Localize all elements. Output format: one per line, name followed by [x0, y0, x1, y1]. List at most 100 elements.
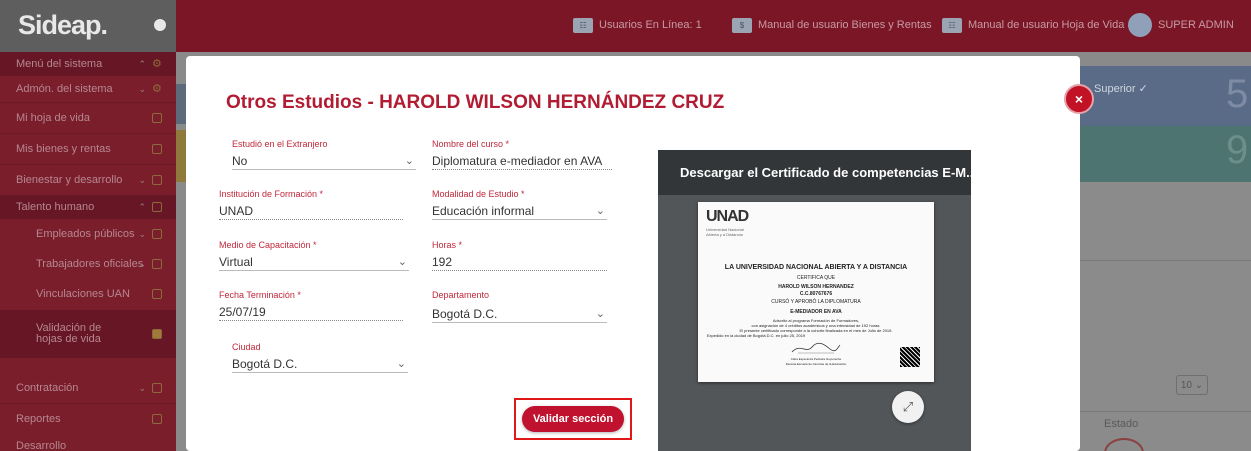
sidebar-item-label: Validación de hojas de vida — [36, 322, 102, 345]
bg-estado-header: Estado — [1104, 418, 1139, 430]
certificate-document: UNAD Universidad Nacional Abierta y a Di… — [698, 202, 934, 382]
chevron-up-icon: ⌃ — [138, 58, 146, 69]
calendar-icon — [152, 259, 162, 269]
users-icon: ☷ — [573, 17, 593, 33]
sidebar-item-label: Mi hoja de vida — [16, 112, 90, 124]
medio-field[interactable]: Medio de Capacitación * Virtual ⌄ — [219, 240, 409, 271]
calendar-icon — [152, 383, 162, 393]
chevron-down-icon: ⌄ — [138, 228, 146, 239]
horas-field[interactable]: Horas * 192 — [432, 240, 607, 271]
modal-title: Otros Estudios - HAROLD WILSON HERNÁNDEZ… — [226, 92, 725, 113]
divider — [1080, 411, 1251, 412]
chevron-down-icon: ⌄ — [1194, 379, 1204, 391]
top-bar: Sideap. ☷ Usuarios En Línea: 1 $ Manual … — [0, 0, 1251, 52]
signature-icon — [791, 342, 841, 354]
sidebar-item-menu[interactable]: Menú del sistema ⌃ ⚙ — [0, 52, 176, 76]
field-label: Modalidad de Estudio * — [432, 189, 525, 199]
bg-stat-number: 9 — [1226, 128, 1249, 172]
ciudad-select[interactable]: Bogotá D.C. ⌄ — [232, 356, 408, 373]
qr-code-icon — [900, 347, 920, 367]
manual-icon: ☷ — [942, 17, 962, 33]
field-label: Institución de Formación * — [219, 189, 324, 199]
sidebar-item-label: Vinculaciones UAN — [36, 288, 130, 300]
chevron-down-icon: ⌄ — [595, 308, 605, 320]
field-label: Medio de Capacitación * — [219, 240, 317, 250]
calendar-icon — [152, 229, 162, 239]
sidebar-item-hoja-vida[interactable]: Mi hoja de vida — [0, 103, 176, 133]
curso-input[interactable]: Diplomatura e-mediador en AVA — [432, 153, 612, 170]
app-logo[interactable]: Sideap. — [18, 10, 108, 41]
validate-section-button[interactable]: Validar sección — [522, 406, 624, 432]
bg-stat-number: 5 — [1226, 72, 1249, 116]
sidebar-item-desarrollo[interactable]: Desarrollo — [0, 440, 176, 451]
bg-card-edge — [176, 130, 186, 182]
sidebar-toggle-button[interactable] — [154, 19, 166, 31]
sidebar-item-vinculaciones[interactable]: Vinculaciones UAN — [0, 279, 176, 309]
manual-bienes-label: Manual de usuario Bienes y Rentas — [758, 19, 932, 31]
collapse-icon[interactable]: ⤢ — [892, 391, 924, 423]
preview-title[interactable]: Descargar el Certificado de competencias… — [658, 150, 971, 195]
fecha-field[interactable]: Fecha Terminación * 25/07/19 — [219, 290, 403, 321]
sidebar: Menú del sistema ⌃ ⚙ Admón. del sistema … — [0, 52, 176, 451]
field-label: Nombre del curso * — [432, 139, 510, 149]
close-modal-button[interactable]: × — [1064, 84, 1094, 114]
departamento-field[interactable]: Departamento Bogotá D.C. ⌄ — [432, 290, 607, 323]
fecha-input[interactable]: 25/07/19 — [219, 304, 403, 321]
online-users-label: Usuarios En Línea: 1 — [599, 19, 702, 31]
document-icon — [152, 113, 162, 123]
manual-bienes-link[interactable]: $ Manual de usuario Bienes y Rentas — [732, 15, 932, 35]
logo-area: Sideap. — [0, 0, 176, 52]
sidebar-item-label: Reportes — [16, 413, 61, 425]
sidebar-item-reportes[interactable]: Reportes — [0, 404, 176, 434]
cert-course: E-MEDIADOR EN AVA — [790, 309, 842, 315]
sidebar-item-label: Talento humano — [16, 201, 95, 213]
departamento-select[interactable]: Bogotá D.C. ⌄ — [432, 306, 607, 323]
bg-stat-card: Superior ✓ 5 — [1080, 66, 1251, 126]
curso-field[interactable]: Nombre del curso * Diplomatura e-mediado… — [432, 139, 612, 170]
extranjero-select[interactable]: No ⌄ — [232, 153, 416, 170]
gear-icon: ⚙ — [152, 58, 162, 70]
sidebar-item-label: Contratación — [16, 382, 79, 394]
bg-panel: 10 ⌄ Estado — [1080, 182, 1251, 451]
unad-logo-subtitle: Universidad Nacional Abierta y a Distanc… — [706, 227, 744, 237]
sidebar-item-admon[interactable]: Admón. del sistema ⌄ ⚙ — [0, 76, 176, 102]
chevron-down-icon: ⌄ — [595, 205, 605, 217]
horas-input[interactable]: 192 — [432, 254, 607, 271]
field-value: Bogotá D.C. — [432, 307, 498, 321]
sidebar-item-label: Bienestar y desarrollo — [16, 174, 123, 186]
cert-university: LA UNIVERSIDAD NACIONAL ABIERTA Y A DIST… — [724, 264, 908, 271]
ciudad-field[interactable]: Ciudad Bogotá D.C. ⌄ — [232, 342, 408, 373]
user-name: SUPER ADMIN — [1158, 19, 1234, 31]
sidebar-item-bienes[interactable]: Mis bienes y rentas — [0, 134, 176, 164]
sidebar-item-empleados[interactable]: Empleados públicos ⌄ — [0, 219, 176, 249]
chevron-up-icon: ⌃ — [138, 201, 146, 212]
modalidad-select[interactable]: Educación informal ⌄ — [432, 203, 607, 220]
online-users-item[interactable]: ☷ Usuarios En Línea: 1 — [573, 15, 702, 35]
manual-hoja-link[interactable]: ☷ Manual de usuario Hoja de Vida — [942, 15, 1124, 35]
sidebar-item-bienestar[interactable]: Bienestar y desarrollo ⌄ — [0, 165, 176, 195]
document-icon — [152, 144, 162, 154]
calendar-icon — [152, 202, 162, 212]
institucion-input[interactable]: UNAD — [219, 203, 403, 220]
chevron-down-icon: ⌄ — [404, 155, 414, 167]
sidebar-item-contratacion[interactable]: Contratación ⌄ — [0, 373, 176, 403]
sidebar-item-trabajadores[interactable]: Trabajadores oficiales ⌄ — [0, 249, 176, 279]
sidebar-item-label: Mis bienes y rentas — [16, 143, 111, 155]
cert-id: C.C.80767676 — [799, 291, 833, 297]
bg-card-edge — [176, 84, 186, 124]
extranjero-field[interactable]: Estudió en el Extranjero No ⌄ — [232, 139, 416, 170]
field-value: No — [232, 154, 248, 168]
modalidad-field[interactable]: Modalidad de Estudio * Educación informa… — [432, 189, 607, 220]
user-menu[interactable]: SUPER ADMIN — [1128, 13, 1234, 37]
page-size-select[interactable]: 10 ⌄ — [1176, 375, 1208, 395]
institucion-field[interactable]: Institución de Formación * UNAD — [219, 189, 403, 220]
manual-hoja-label: Manual de usuario Hoja de Vida — [968, 19, 1125, 31]
user-avatar-icon — [1128, 13, 1152, 37]
sidebar-item-talento[interactable]: Talento humano ⌃ — [0, 195, 176, 219]
sidebar-item-validacion[interactable]: Validación de hojas de vida — [0, 310, 176, 358]
sidebar-item-label: Desarrollo — [16, 440, 67, 451]
cert-line-4: Expedido en la ciudad de Bogotá D.C. en … — [706, 333, 806, 338]
calendar-icon — [152, 414, 162, 424]
medio-select[interactable]: Virtual ⌄ — [219, 254, 409, 271]
field-label: Estudió en el Extranjero — [232, 139, 328, 149]
